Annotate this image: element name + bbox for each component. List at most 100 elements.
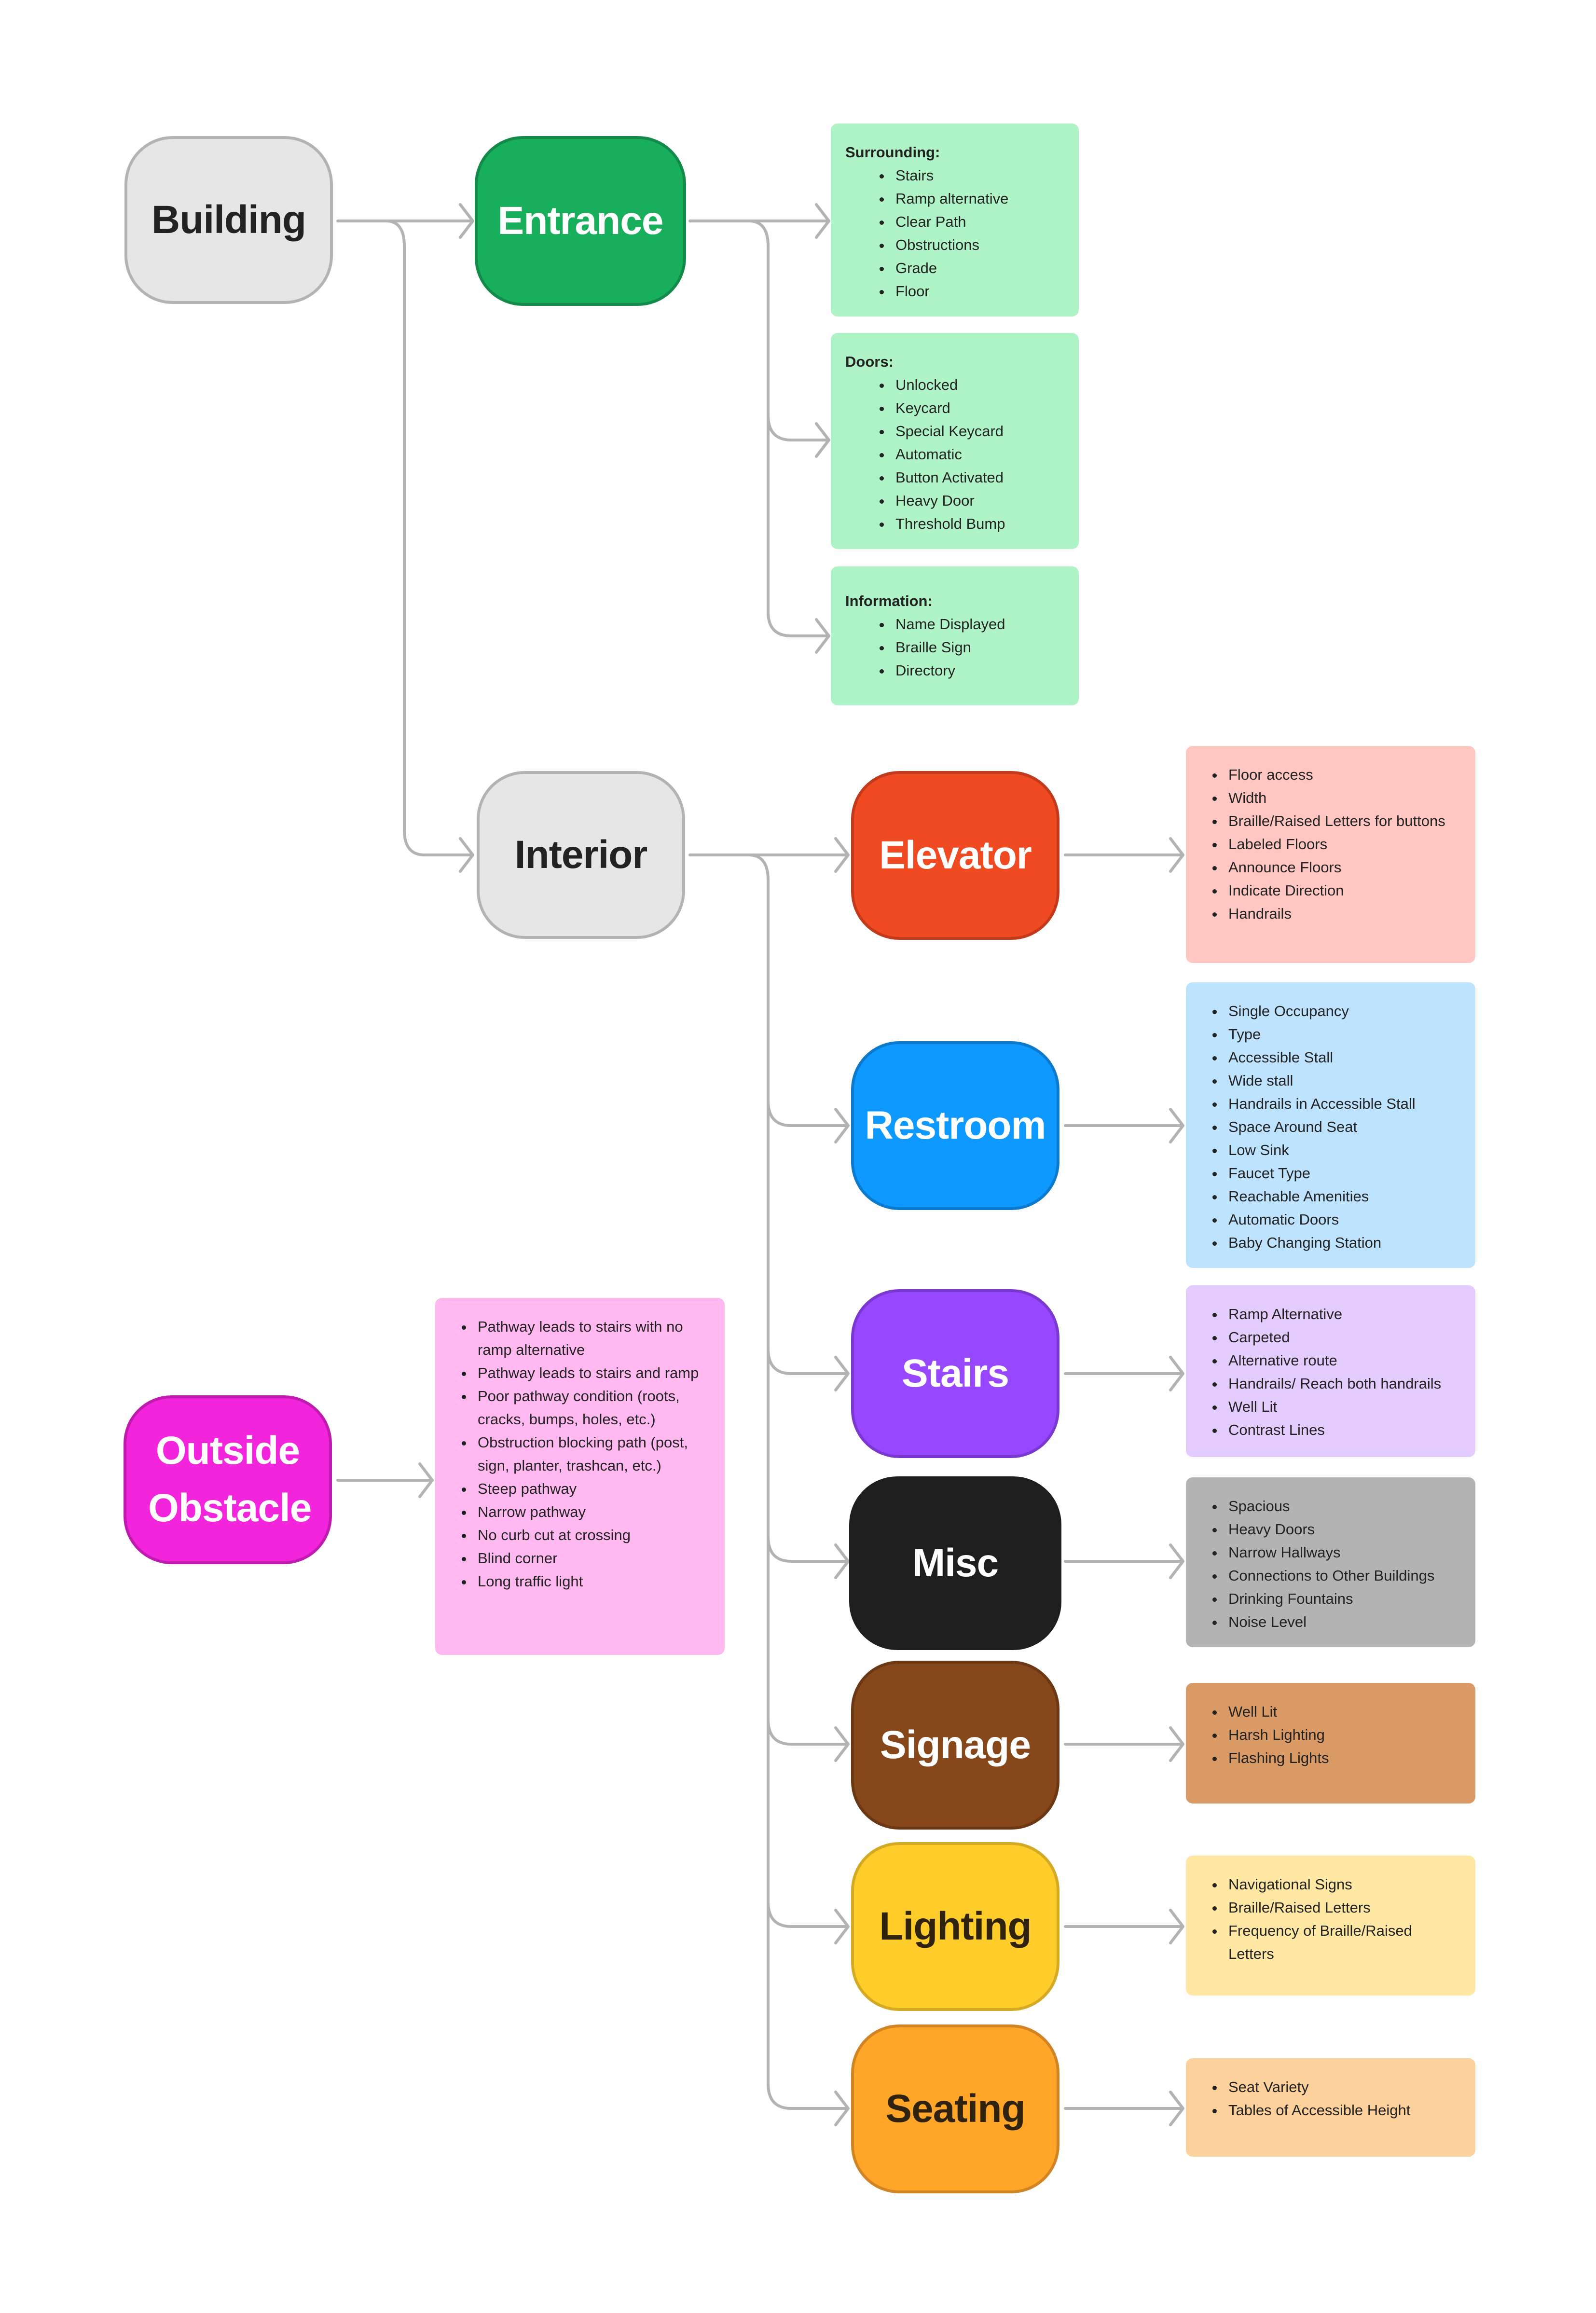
list-item: Long traffic light — [474, 1570, 713, 1593]
list-item: Poor pathway condition (roots, cracks, b… — [474, 1385, 713, 1431]
list-item: Steep pathway — [474, 1477, 713, 1501]
list-item: Braille/Raised Letters — [1225, 1896, 1461, 1919]
list-item: Well Lit — [1225, 1395, 1461, 1418]
list-item: Spacious — [1225, 1495, 1461, 1518]
list-item: Frequency of Braille/Raised Letters — [1225, 1919, 1461, 1966]
list-item: Obstruction blocking path (post, sign, p… — [474, 1431, 713, 1477]
node-outside-obstacle[interactable]: Outside Obstacle — [124, 1395, 332, 1564]
card-heading: Doors: — [845, 353, 894, 370]
edge-interior-trunk — [747, 854, 770, 2086]
list-item: Directory — [892, 659, 1064, 682]
list-item: Braille Sign — [892, 636, 1064, 659]
node-stairs-label: Stairs — [902, 1351, 1009, 1395]
node-misc[interactable]: Misc — [849, 1476, 1061, 1650]
arrowhead-icon — [834, 2091, 850, 2126]
node-interior[interactable]: Interior — [477, 771, 685, 939]
arrowhead-icon — [1169, 1356, 1184, 1391]
list-item: Button Activated — [892, 466, 1064, 489]
list-item: Accessible Stall — [1225, 1046, 1461, 1069]
list-item: Flashing Lights — [1225, 1747, 1461, 1770]
list-item: Indicate Direction — [1225, 879, 1461, 902]
list-item: Tables of Accessible Height — [1225, 2099, 1461, 2122]
list-item: No curb cut at crossing — [474, 1524, 713, 1547]
arrowhead-icon — [834, 1108, 850, 1143]
node-stairs[interactable]: Stairs — [851, 1289, 1059, 1458]
card-stairs: Ramp AlternativeCarpetedAlternative rout… — [1186, 1285, 1475, 1457]
arrowhead-icon — [1169, 1909, 1184, 1944]
node-elevator[interactable]: Elevator — [851, 771, 1059, 940]
node-building[interactable]: Building — [124, 136, 333, 304]
arrowhead-icon — [1169, 2091, 1184, 2126]
card-list: Single OccupancyTypeAccessible StallWide… — [1200, 1000, 1461, 1254]
edge-entrance-doors — [747, 220, 829, 441]
list-item: Unlocked — [892, 373, 1064, 397]
node-restroom[interactable]: Restroom — [851, 1041, 1059, 1210]
list-item: Floor access — [1225, 763, 1461, 786]
edge-building-interior — [385, 220, 473, 856]
list-item: Alternative route — [1225, 1349, 1461, 1372]
edge-entrance-information — [767, 413, 829, 637]
card-outside-obstacle: Pathway leads to stairs with no ramp alt… — [435, 1298, 725, 1655]
list-item: Automatic Doors — [1225, 1208, 1461, 1231]
card-list: Name DisplayedBraille SignDirectory — [845, 613, 1064, 682]
card-list: Floor accessWidthBraille/Raised Letters … — [1200, 763, 1461, 925]
list-item: Harsh Lighting — [1225, 1723, 1461, 1747]
arrowhead-icon — [815, 618, 830, 654]
list-item: Noise Level — [1225, 1611, 1461, 1634]
card-lighting: Navigational SignsBraille/Raised Letters… — [1186, 1856, 1475, 1996]
node-lighting[interactable]: Lighting — [851, 1842, 1059, 2011]
arrowhead-icon — [834, 1356, 850, 1391]
edge-interior-lighting — [767, 1900, 849, 1928]
list-item: Seat Variety — [1225, 2076, 1461, 2099]
list-item: Handrails in Accessible Stall — [1225, 1092, 1461, 1115]
list-item: Clear Path — [892, 210, 1064, 234]
node-seating[interactable]: Seating — [851, 2024, 1059, 2193]
card-entrance-doors: Doors: UnlockedKeycardSpecial KeycardAut… — [831, 333, 1079, 549]
list-item: Special Keycard — [892, 420, 1064, 443]
list-item: Width — [1225, 786, 1461, 810]
list-item: Reachable Amenities — [1225, 1185, 1461, 1208]
node-signage[interactable]: Signage — [851, 1661, 1059, 1830]
list-item: Heavy Door — [892, 489, 1064, 512]
list-item: Wide stall — [1225, 1069, 1461, 1092]
list-item: Handrails — [1225, 902, 1461, 925]
list-item: Blind corner — [474, 1547, 713, 1570]
node-outside-obstacle-label: Outside Obstacle — [148, 1429, 312, 1530]
list-item: Obstructions — [892, 234, 1064, 257]
list-item: Type — [1225, 1023, 1461, 1046]
list-item: Floor — [892, 280, 1064, 303]
list-item: Faucet Type — [1225, 1162, 1461, 1185]
list-item: Ramp alternative — [892, 187, 1064, 210]
card-misc: SpaciousHeavy DoorsNarrow HallwaysConnec… — [1186, 1477, 1475, 1647]
card-list: SpaciousHeavy DoorsNarrow HallwaysConnec… — [1200, 1495, 1461, 1634]
list-item: Contrast Lines — [1225, 1418, 1461, 1442]
card-list: Navigational SignsBraille/Raised Letters… — [1200, 1873, 1461, 1966]
list-item: Baby Changing Station — [1225, 1231, 1461, 1254]
card-heading: Information: — [845, 592, 933, 609]
arrowhead-icon — [1169, 1543, 1184, 1579]
arrowhead-icon — [418, 1462, 434, 1498]
node-signage-label: Signage — [880, 1722, 1031, 1767]
node-entrance[interactable]: Entrance — [475, 136, 686, 306]
card-entrance-information: Information: Name DisplayedBraille SignD… — [831, 566, 1079, 705]
arrowhead-icon — [1169, 1108, 1184, 1143]
node-restroom-label: Restroom — [865, 1103, 1046, 1147]
node-misc-label: Misc — [912, 1541, 999, 1585]
edge-interior-seating — [767, 2082, 849, 2110]
edge-interior-misc — [767, 1535, 849, 1563]
arrowhead-icon — [834, 837, 850, 873]
card-restroom: Single OccupancyTypeAccessible StallWide… — [1186, 982, 1475, 1268]
node-interior-label: Interior — [514, 832, 647, 877]
list-item: Well Lit — [1225, 1700, 1461, 1723]
node-elevator-label: Elevator — [879, 833, 1032, 877]
list-item: Single Occupancy — [1225, 1000, 1461, 1023]
card-elevator: Floor accessWidthBraille/Raised Letters … — [1186, 746, 1475, 963]
list-item: Navigational Signs — [1225, 1873, 1461, 1896]
edge-interior-restroom — [767, 1099, 849, 1127]
card-list: Ramp AlternativeCarpetedAlternative rout… — [1200, 1303, 1461, 1442]
arrowhead-icon — [834, 1909, 850, 1944]
card-signage: Well LitHarsh LightingFlashing Lights — [1186, 1683, 1475, 1804]
arrowhead-icon — [459, 837, 474, 873]
list-item: Stairs — [892, 164, 1064, 187]
edge-interior-stairs — [767, 1347, 849, 1375]
